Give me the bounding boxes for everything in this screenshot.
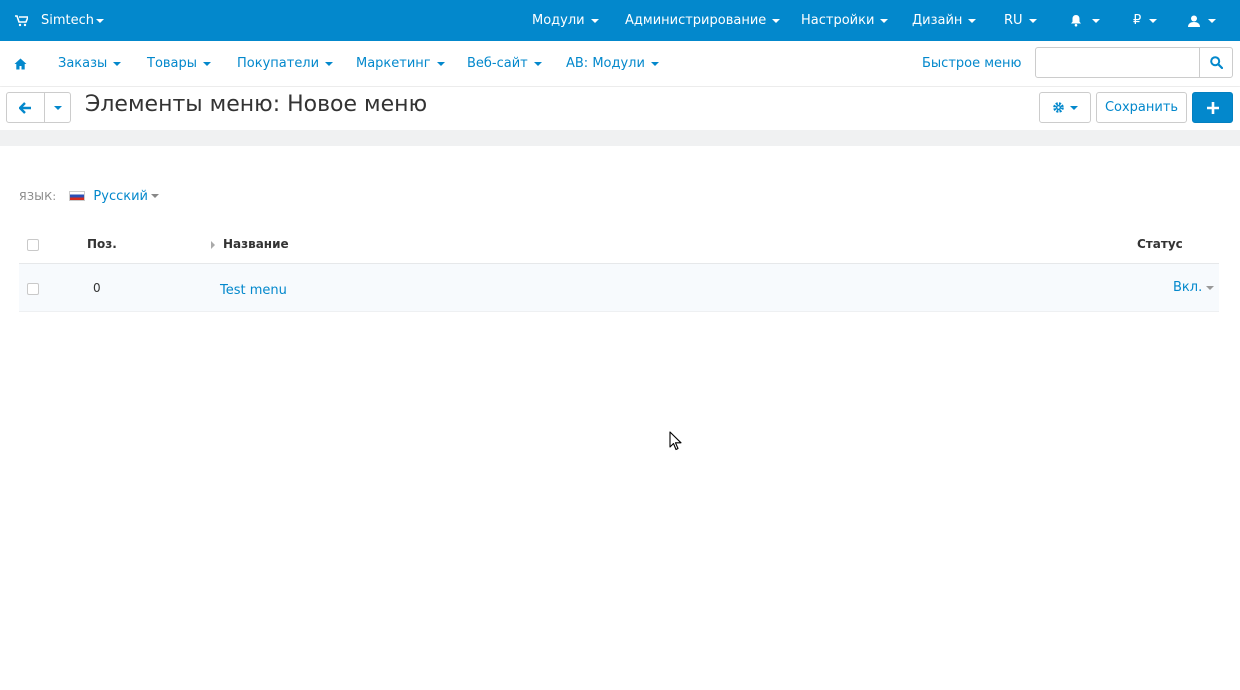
top-menu-modules[interactable]: Модули bbox=[532, 0, 599, 41]
language-dropdown[interactable]: Русский bbox=[93, 189, 159, 204]
chevron-down-icon bbox=[436, 61, 445, 66]
chevron-down-icon bbox=[96, 18, 105, 23]
chevron-down-icon bbox=[1092, 18, 1100, 23]
search-button[interactable] bbox=[1199, 48, 1232, 77]
nav-item-label: Заказы bbox=[58, 56, 108, 71]
search-input[interactable] bbox=[1036, 48, 1200, 77]
save-button[interactable]: Сохранить bbox=[1096, 92, 1187, 123]
currency-label: ₽ bbox=[1133, 13, 1142, 28]
home-icon[interactable] bbox=[14, 41, 27, 86]
nav-item-label: Веб-сайт bbox=[467, 56, 528, 71]
back-dropdown-button[interactable] bbox=[44, 92, 71, 123]
russia-flag-icon bbox=[69, 191, 86, 201]
nav-item-label: Товары bbox=[147, 56, 198, 71]
main-navigation: Заказы Товары Покупатели Маркетинг Веб-с… bbox=[0, 41, 1240, 87]
row-name-link[interactable]: Test menu bbox=[220, 283, 287, 298]
currency-menu[interactable]: ₽ bbox=[1133, 0, 1158, 41]
chevron-down-icon bbox=[203, 61, 212, 66]
gear-icon bbox=[1053, 102, 1064, 113]
chevron-down-icon bbox=[880, 18, 889, 23]
settings-dropdown-button[interactable] bbox=[1039, 92, 1091, 123]
column-header-position: Поз. bbox=[87, 237, 117, 251]
back-button[interactable] bbox=[6, 92, 45, 123]
top-menu-design[interactable]: Дизайн bbox=[912, 0, 977, 41]
language-selector: ЯЗЫК: Русский bbox=[19, 188, 159, 204]
language-label: ЯЗЫК: bbox=[19, 189, 57, 203]
row-status-dropdown[interactable]: Вкл. bbox=[1173, 280, 1215, 295]
chevron-down-icon bbox=[1206, 285, 1215, 290]
chevron-down-icon bbox=[772, 18, 781, 23]
notifications-menu[interactable] bbox=[1070, 0, 1100, 41]
top-bar: Simtech Модули Администрирование Настрой… bbox=[0, 0, 1240, 41]
column-header-status: Статус bbox=[1137, 237, 1183, 251]
chevron-down-icon bbox=[1149, 18, 1158, 23]
nav-item-customers[interactable]: Покупатели bbox=[237, 41, 334, 86]
plus-icon bbox=[1206, 101, 1219, 114]
nav-item-orders[interactable]: Заказы bbox=[58, 41, 122, 86]
chevron-down-icon bbox=[968, 18, 977, 23]
chevron-down-icon bbox=[53, 105, 62, 110]
top-menu-label: RU bbox=[1004, 13, 1023, 28]
user-icon bbox=[1188, 15, 1200, 27]
cart-icon[interactable] bbox=[15, 0, 28, 41]
arrow-left-icon bbox=[19, 101, 31, 114]
menu-items-table: Поз. Название Статус 0 Test menu Вкл. bbox=[19, 226, 1219, 312]
row-status-label: Вкл. bbox=[1173, 280, 1203, 295]
row-position: 0 bbox=[93, 281, 101, 295]
column-header-name-label: Название bbox=[223, 237, 289, 251]
nav-item-label: Покупатели bbox=[237, 56, 320, 71]
page-title: Элементы меню: Новое меню bbox=[85, 92, 428, 117]
expand-icon bbox=[211, 240, 215, 249]
nav-item-marketing[interactable]: Маркетинг bbox=[356, 41, 445, 86]
chevron-down-icon bbox=[650, 61, 659, 66]
title-toolbar: Элементы меню: Новое меню Сохранить bbox=[0, 87, 1240, 130]
language-value: Русский bbox=[93, 188, 148, 204]
search-icon bbox=[1209, 56, 1223, 69]
bell-icon bbox=[1071, 15, 1081, 27]
search-box bbox=[1035, 47, 1233, 78]
top-menu-language[interactable]: RU bbox=[1004, 0, 1037, 41]
user-menu[interactable] bbox=[1188, 0, 1216, 41]
nav-item-website[interactable]: Веб-сайт bbox=[467, 41, 542, 86]
brand-label: Simtech bbox=[41, 13, 95, 28]
top-menu-label: Администрирование bbox=[625, 13, 767, 28]
select-all-checkbox[interactable] bbox=[27, 239, 39, 251]
top-menu-label: Настройки bbox=[801, 13, 875, 28]
chevron-down-icon bbox=[325, 61, 334, 66]
brand-menu[interactable]: Simtech bbox=[41, 0, 105, 41]
chevron-down-icon bbox=[1070, 105, 1078, 110]
quick-menu-label: Быстрое меню bbox=[922, 56, 1022, 71]
nav-item-products[interactable]: Товары bbox=[147, 41, 212, 86]
table-header: Поз. Название Статус bbox=[19, 226, 1219, 264]
top-menu-settings[interactable]: Настройки bbox=[801, 0, 889, 41]
nav-item-ab-modules[interactable]: AB: Модули bbox=[566, 41, 659, 86]
chevron-down-icon bbox=[1208, 18, 1216, 23]
row-checkbox[interactable] bbox=[27, 283, 39, 295]
table-row: 0 Test menu Вкл. bbox=[19, 264, 1219, 312]
top-menu-label: Модули bbox=[532, 13, 585, 28]
chevron-down-icon bbox=[113, 61, 122, 66]
chevron-down-icon bbox=[1028, 18, 1037, 23]
add-button[interactable] bbox=[1192, 92, 1233, 123]
chevron-down-icon bbox=[533, 61, 542, 66]
chevron-down-icon bbox=[151, 194, 159, 198]
chevron-down-icon bbox=[590, 18, 599, 23]
nav-item-label: Маркетинг bbox=[356, 56, 431, 71]
toolbar-separator bbox=[0, 130, 1240, 146]
column-header-name[interactable]: Название bbox=[211, 237, 289, 251]
save-label: Сохранить bbox=[1104, 100, 1179, 115]
top-menu-administration[interactable]: Администрирование bbox=[625, 0, 781, 41]
mouse-cursor-icon bbox=[669, 431, 682, 455]
quick-menu-link[interactable]: Быстрое меню bbox=[922, 41, 1022, 86]
nav-item-label: AB: Модули bbox=[566, 56, 645, 71]
top-menu-label: Дизайн bbox=[912, 13, 963, 28]
